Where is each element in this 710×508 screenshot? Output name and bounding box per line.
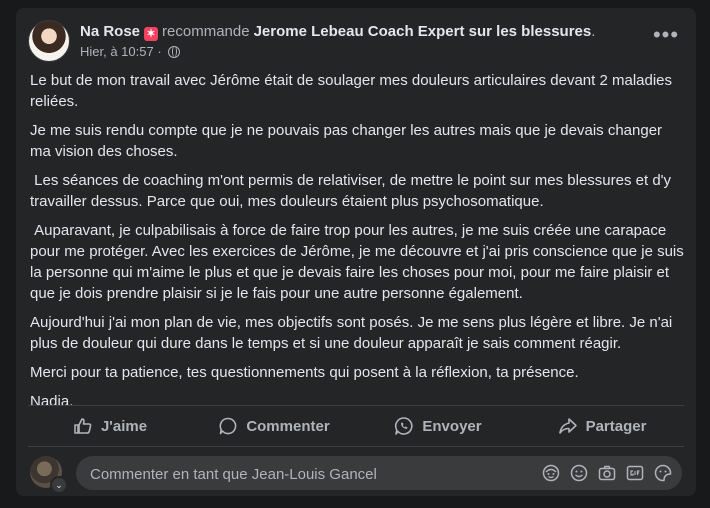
post-timestamp[interactable]: Hier, à 10:57: [80, 44, 154, 59]
actions-divider-bottom: [28, 446, 684, 447]
comment-box[interactable]: [76, 456, 682, 492]
sticker-icon[interactable]: [654, 464, 672, 482]
whatsapp-icon: [395, 417, 413, 435]
like-button[interactable]: J'aime: [28, 408, 192, 444]
comment-label: Commenter: [246, 417, 330, 435]
gif-icon[interactable]: [626, 464, 644, 482]
post-title-line: Na Rose ✶ recommande Jerome Lebeau Coach Ex…: [80, 22, 595, 42]
recommend-verb: recommande: [162, 23, 250, 40]
page-name-link[interactable]: Jerome Lebeau Coach Expert sur les bless…: [254, 23, 592, 40]
post-paragraph: Merci pour ta patience, tes questionneme…: [30, 364, 579, 381]
send-label: Envoyer: [422, 417, 482, 435]
thumbs-up-icon: [74, 418, 92, 434]
post-paragraph: Auparavant, je culpabilisais à force de …: [30, 222, 688, 302]
share-button[interactable]: Partager: [520, 408, 684, 444]
post-actions-bar: J'aime Commenter Envoyer Partager: [28, 408, 684, 444]
more-options-button[interactable]: •••: [652, 24, 680, 54]
author-name[interactable]: Na Rose: [80, 23, 140, 40]
recommendation-badge-icon: ✶: [144, 27, 159, 41]
comment-tools: [542, 464, 672, 482]
chevron-down-icon[interactable]: ⌄: [50, 476, 68, 494]
post-meta: Na Rose ✶ recommande Jerome Lebeau Coach Ex…: [80, 22, 595, 61]
comment-composer: ⌄: [28, 456, 684, 494]
comment-button[interactable]: Commenter: [192, 408, 356, 444]
post-paragraph: Le but de mon travail avec Jérôme était …: [30, 72, 677, 110]
share-arrow-icon: [558, 418, 577, 434]
post-card: Na Rose ✶ recommande Jerome Lebeau Coach Ex…: [16, 8, 696, 496]
post-paragraph: Les séances de coaching m'ont permis de …: [30, 172, 676, 210]
share-label: Partager: [585, 417, 647, 435]
post-paragraph: Aujourd'hui j'ai mon plan de vie, mes ob…: [30, 314, 677, 352]
post-header: Na Rose ✶ recommande Jerome Lebeau Coach Ex…: [28, 20, 684, 64]
post-subtitle-line: Hier, à 10:57 ·: [80, 43, 595, 61]
like-label: J'aime: [100, 417, 148, 435]
timestamp-separator: ·: [157, 44, 162, 59]
camera-icon[interactable]: [598, 464, 616, 482]
avatar-sticker-icon[interactable]: [542, 464, 560, 482]
post-body: Le but de mon travail avec Jérôme était …: [30, 70, 685, 420]
comment-input[interactable]: [88, 456, 512, 492]
title-period: .: [591, 23, 596, 40]
post-paragraph: Je me suis rendu compte que je ne pouvai…: [30, 122, 667, 160]
emoji-icon[interactable]: [570, 464, 588, 482]
send-button[interactable]: Envoyer: [356, 408, 520, 444]
author-avatar[interactable]: [28, 20, 70, 62]
actions-divider-top: [28, 405, 684, 406]
globe-icon: [168, 46, 181, 58]
speech-bubble-icon: [219, 417, 237, 435]
